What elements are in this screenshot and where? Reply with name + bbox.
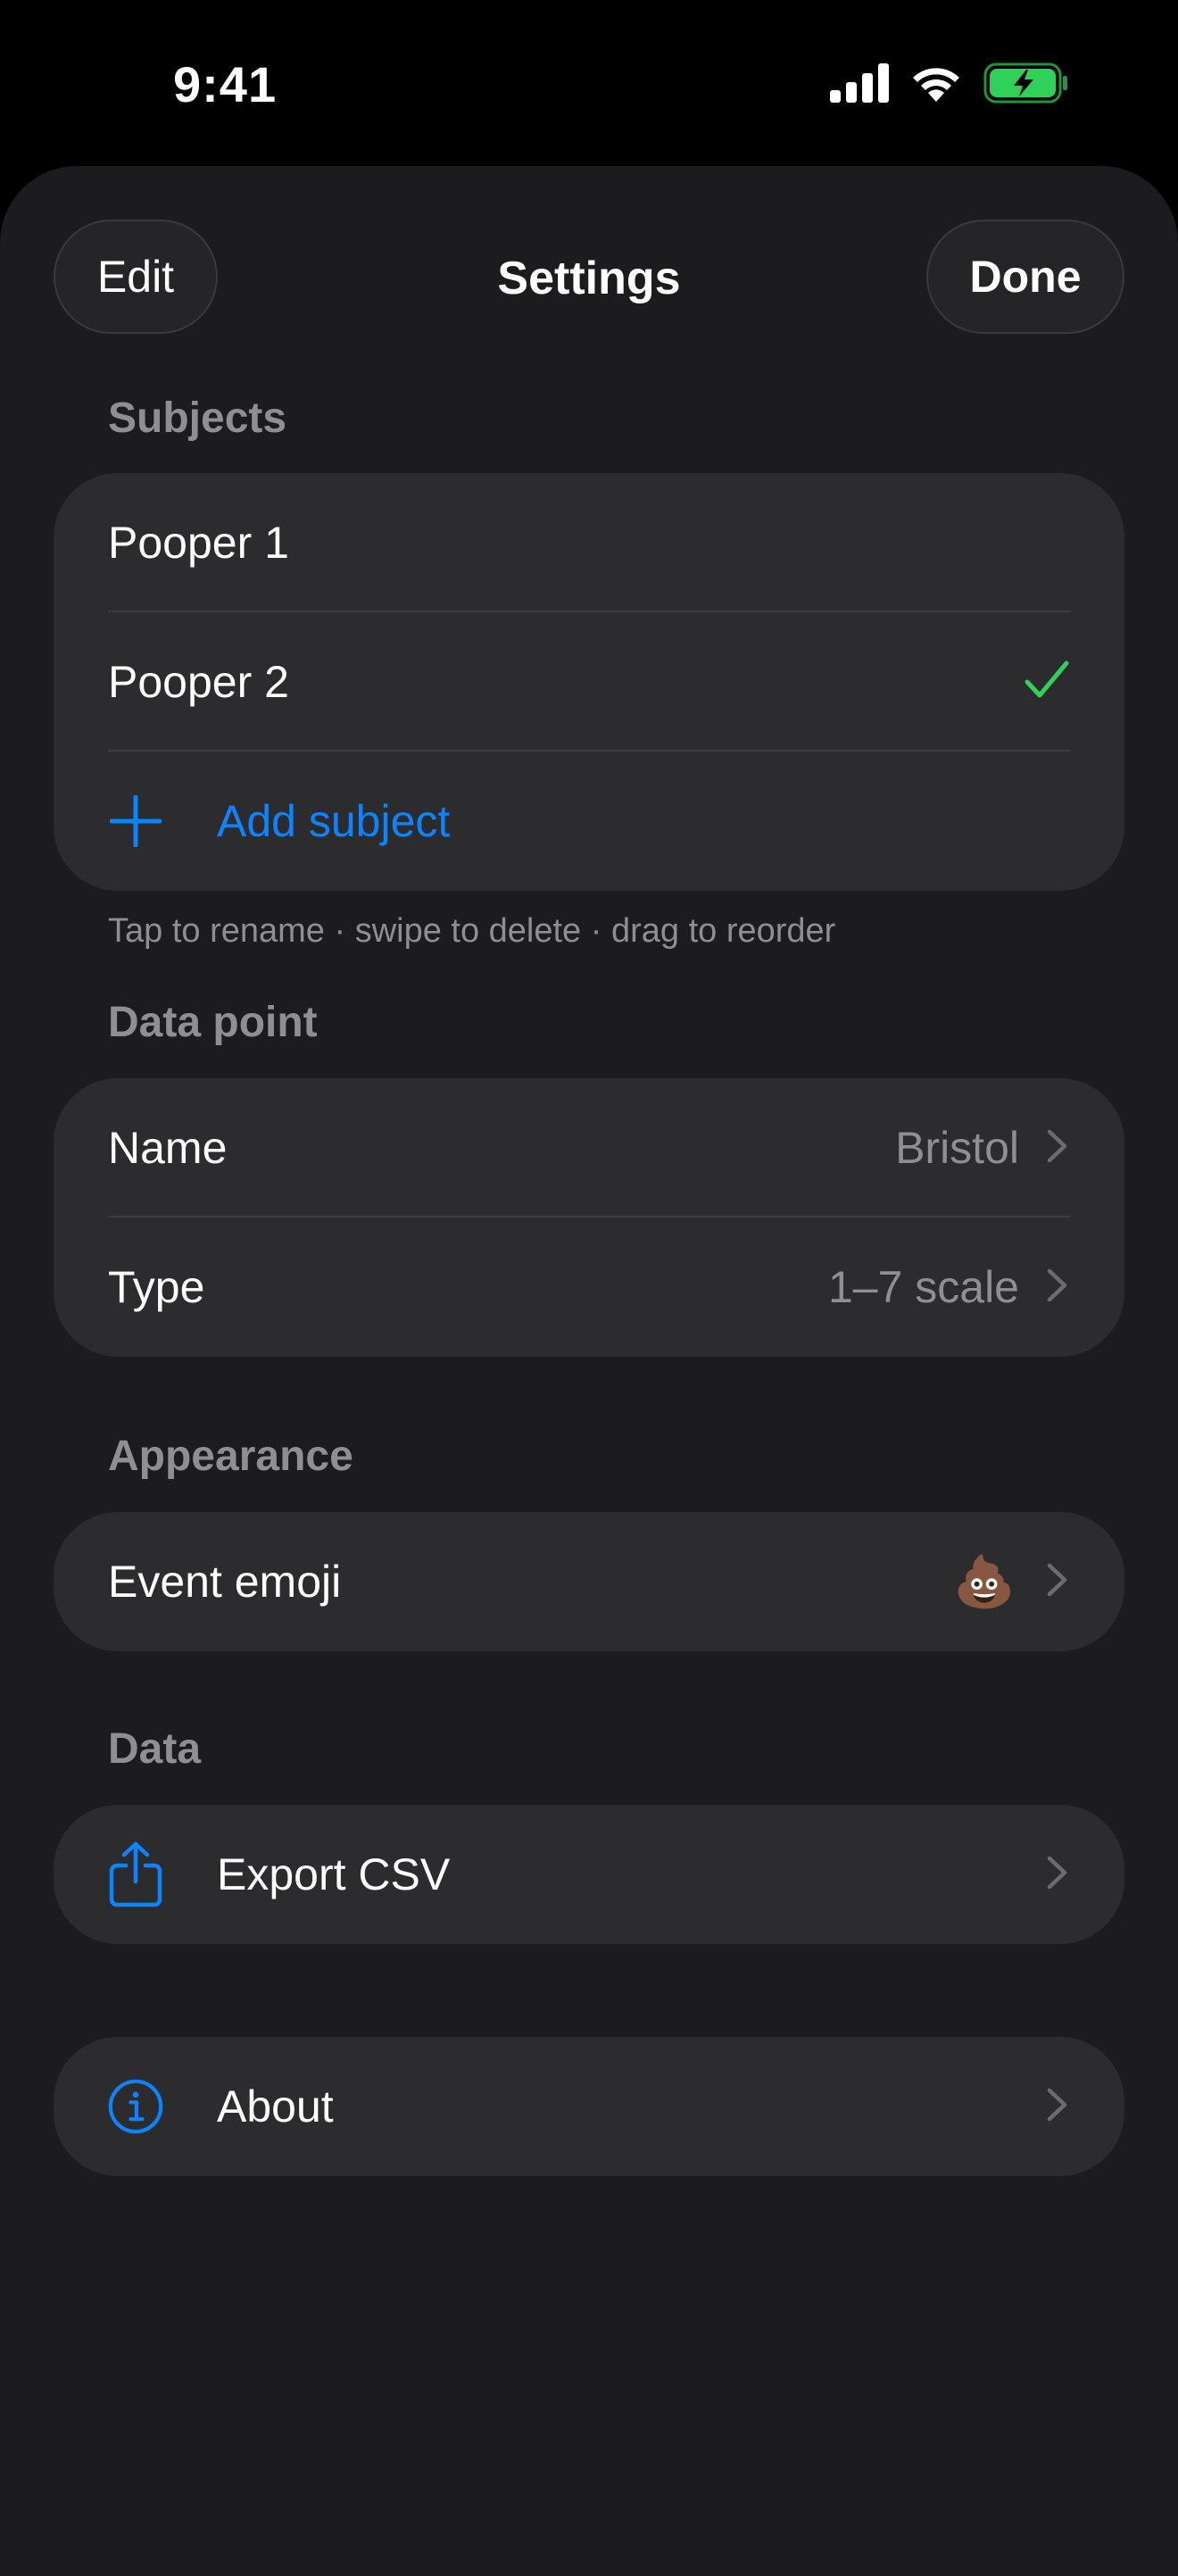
data-group: Export CSV	[54, 1805, 1124, 1944]
settings-sheet: Edit Settings Done Subjects Pooper 1 Poo…	[0, 166, 1178, 2576]
data-point-name-label: Name	[108, 1123, 228, 1173]
subjects-group: Pooper 1 Pooper 2 Add subject	[54, 473, 1124, 891]
about-group: About	[54, 2037, 1124, 2176]
subject-row[interactable]: Pooper 1	[54, 473, 1124, 612]
status-icons	[830, 62, 1069, 108]
export-csv-row[interactable]: Export CSV	[54, 1805, 1124, 1944]
add-subject-button[interactable]: Add subject	[54, 752, 1124, 891]
section-header-data-point: Data point	[108, 999, 318, 1046]
poop-emoji-icon: 💩	[953, 1553, 1016, 1609]
cellular-signal-icon	[830, 63, 889, 107]
event-emoji-label: Event emoji	[108, 1557, 342, 1607]
data-point-type-value: 1–7 scale	[827, 1262, 1019, 1312]
about-label: About	[217, 2082, 334, 2131]
data-point-name-value: Bristol	[895, 1123, 1019, 1173]
add-subject-label: Add subject	[217, 796, 451, 846]
chevron-right-icon	[1046, 1267, 1069, 1308]
section-header-appearance: Appearance	[108, 1433, 353, 1480]
battery-charging-icon	[983, 62, 1069, 108]
data-point-type-label: Type	[108, 1262, 205, 1312]
done-button[interactable]: Done	[926, 220, 1124, 334]
chevron-right-icon	[1046, 1855, 1069, 1895]
chevron-right-icon	[1046, 1562, 1069, 1602]
data-point-name-row[interactable]: Name Bristol	[54, 1078, 1124, 1217]
subject-label: Pooper 1	[108, 518, 289, 568]
subject-label: Pooper 2	[108, 657, 289, 707]
appearance-group: Event emoji 💩	[54, 1512, 1124, 1651]
section-header-data: Data	[108, 1725, 202, 1773]
export-csv-label: Export CSV	[217, 1849, 451, 1899]
info-icon	[108, 2079, 163, 2134]
status-time: 9:41	[173, 56, 278, 112]
checkmark-icon	[1025, 661, 1069, 704]
data-point-type-row[interactable]: Type 1–7 scale	[54, 1217, 1124, 1357]
chevron-right-icon	[1046, 1128, 1069, 1168]
event-emoji-row[interactable]: Event emoji 💩	[54, 1512, 1124, 1651]
section-header-subjects: Subjects	[108, 395, 287, 442]
data-point-group: Name Bristol Type 1–7 scale	[54, 1078, 1124, 1357]
chevron-right-icon	[1046, 2087, 1069, 2127]
plus-icon	[108, 794, 163, 849]
about-row[interactable]: About	[54, 2037, 1124, 2176]
wifi-icon	[908, 62, 964, 108]
share-icon	[108, 1841, 163, 1907]
subject-row[interactable]: Pooper 2	[54, 612, 1124, 752]
subjects-footnote: Tap to rename · swipe to delete · drag t…	[108, 912, 836, 950]
status-bar: 9:41	[0, 0, 1178, 166]
